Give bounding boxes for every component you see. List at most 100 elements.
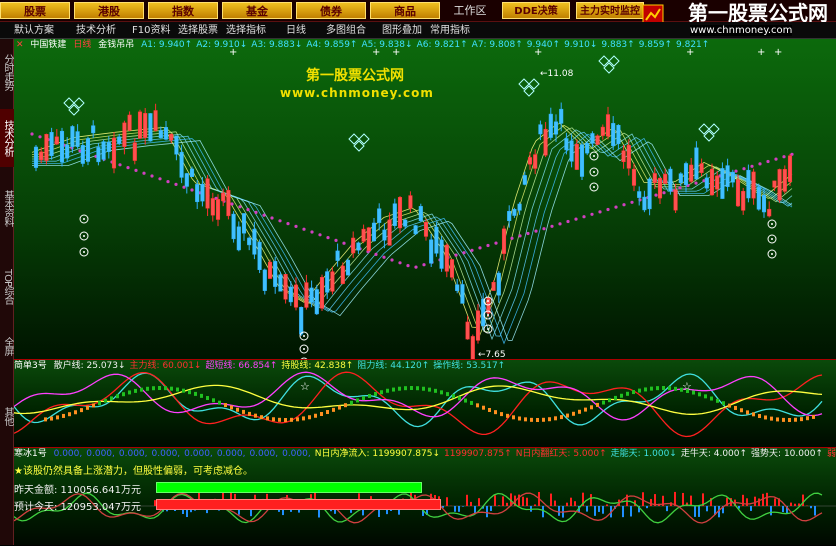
left-sidebar: 分时走势 技术分析 基本资料 TOP综合 全屏 其他 — [0, 39, 14, 545]
sidebar-tab-tech[interactable]: 技术分析 — [0, 109, 14, 167]
indicator2-dot — [722, 401, 725, 405]
indicator2-dot — [368, 394, 371, 398]
ma-long-dot — [390, 258, 393, 261]
sidebar-tab-top[interactable]: TOP综合 — [0, 255, 14, 319]
candle-body — [414, 226, 418, 234]
indicator3-bar — [534, 504, 536, 506]
sidebar-tab-intraday[interactable]: 分时走势 — [0, 43, 14, 101]
indicator2-dot — [728, 404, 731, 408]
workspace-button[interactable]: 工作区 — [446, 2, 494, 19]
toolbar-overlay[interactable]: 图形叠加 — [382, 23, 422, 38]
diamond-marker-icon — [599, 56, 619, 73]
candle-body — [741, 191, 745, 210]
ma-ribbon-line-6 — [32, 137, 792, 341]
nav-dde-button[interactable]: DDE决策 — [502, 2, 570, 19]
candle-body — [617, 125, 621, 144]
indicator2-dot — [566, 414, 569, 418]
ma-long-dot — [118, 163, 121, 166]
circle-marker-dot — [771, 238, 773, 240]
nav-hk-stocks-button[interactable]: 港股 — [74, 2, 144, 19]
indicator2-dot — [572, 412, 575, 416]
candle-body — [346, 260, 350, 275]
indicator3-message: ★该股仍然具备上涨潜力，但股性偏弱，可考虑减仓。 — [14, 462, 253, 477]
indicator2-dot — [710, 397, 713, 401]
indicator2-dot — [164, 386, 167, 390]
indicator3-bar — [570, 498, 572, 506]
plus-marker-icon: + — [774, 47, 782, 58]
toolbar-select-stock[interactable]: 选择股票 — [178, 23, 218, 38]
ma-long-dot — [526, 232, 529, 235]
candle-body — [783, 169, 787, 191]
toolbar-common-indicators[interactable]: 常用指标 — [430, 23, 470, 38]
candle-body — [637, 192, 641, 198]
ma-long-dot — [38, 135, 41, 138]
ma-long-dot — [382, 256, 385, 259]
indicator2-dot — [398, 387, 401, 391]
candle-body — [559, 109, 563, 123]
candle-body — [715, 176, 719, 189]
indicator2-dot — [656, 386, 659, 390]
toolbar-f10[interactable]: F10资料 — [132, 23, 170, 38]
candle-body — [700, 164, 704, 173]
candle-body — [65, 145, 69, 158]
indicator3-bar — [630, 506, 632, 516]
candle-body — [123, 123, 127, 147]
sidebar-tab-other[interactable]: 其他 — [0, 399, 14, 433]
ma-long-dot — [550, 225, 553, 228]
candle-body — [585, 143, 589, 153]
toolbar-select-indicator[interactable]: 选择指标 — [226, 23, 266, 38]
candle-body — [341, 266, 345, 284]
indicator2-dot — [176, 388, 179, 392]
sidebar-tab-fullscreen[interactable]: 全屏 — [0, 329, 14, 363]
ma-long-dot — [422, 263, 425, 266]
nav-stocks-button[interactable]: 股票 — [0, 2, 70, 19]
candle-body — [128, 115, 132, 130]
ma-long-dot — [582, 215, 585, 218]
candle-body — [466, 322, 470, 339]
nav-funds-button[interactable]: 基金 — [222, 2, 292, 19]
indicator2-dot — [704, 394, 707, 398]
indicator3-bar — [666, 506, 668, 511]
candle-body — [518, 204, 522, 210]
indicator3-bar — [698, 506, 700, 517]
yesterday-amount-bar — [156, 482, 422, 493]
indicator2-dot — [236, 408, 239, 412]
candle-body — [164, 127, 168, 139]
toolbar-multi-chart[interactable]: 多图组合 — [326, 23, 366, 38]
candle-body — [143, 113, 147, 137]
candle-body — [591, 133, 595, 143]
toolbar-default-scheme[interactable]: 默认方案 — [14, 23, 54, 38]
diamond-marker-icon — [64, 98, 84, 115]
circle-marker-dot — [487, 300, 489, 302]
candle-body — [409, 196, 413, 209]
top-nav-bar: 股票 港股 指数 基金 债券 商品 工作区 DDE决策 主力实时监控 第一股票公… — [0, 0, 836, 22]
high-price-label: ←11.08 — [540, 69, 573, 79]
indicator2-dot — [740, 408, 743, 412]
sidebar-tab-fundamentals[interactable]: 基本资料 — [0, 179, 14, 237]
ma-long-dot — [598, 210, 601, 213]
indicator2-dot — [458, 396, 461, 400]
nav-index-button[interactable]: 指数 — [148, 2, 218, 19]
ma-long-dot — [126, 166, 129, 169]
indicator2-dot — [638, 389, 641, 393]
toolbar-tech-analysis[interactable]: 技术分析 — [76, 23, 116, 38]
nav-bonds-button[interactable]: 债券 — [296, 2, 366, 19]
price-chart[interactable]: +++++++ — [14, 39, 836, 359]
toolbar-period[interactable]: 日线 — [286, 23, 306, 38]
plus-marker-icon: + — [229, 47, 237, 58]
ma-long-dot — [414, 266, 417, 269]
candle-body — [242, 213, 246, 233]
candle-body — [773, 181, 777, 187]
indicator3-bar — [750, 506, 752, 511]
nav-commodities-button[interactable]: 商品 — [370, 2, 440, 19]
indicator2-dot — [392, 388, 395, 392]
nav-main-monitor-button[interactable]: 主力实时监控 — [576, 2, 644, 19]
ma-long-dot — [742, 167, 745, 170]
indicator2-dot — [488, 408, 491, 412]
indicator2-dot — [548, 417, 551, 421]
indicator3-bar — [690, 496, 692, 506]
indicator2-dot — [560, 415, 563, 419]
indicator3-bar — [526, 498, 528, 506]
indicator2-chart[interactable]: ☆☆ — [14, 360, 836, 448]
ma-ribbon-line-0 — [32, 123, 792, 327]
